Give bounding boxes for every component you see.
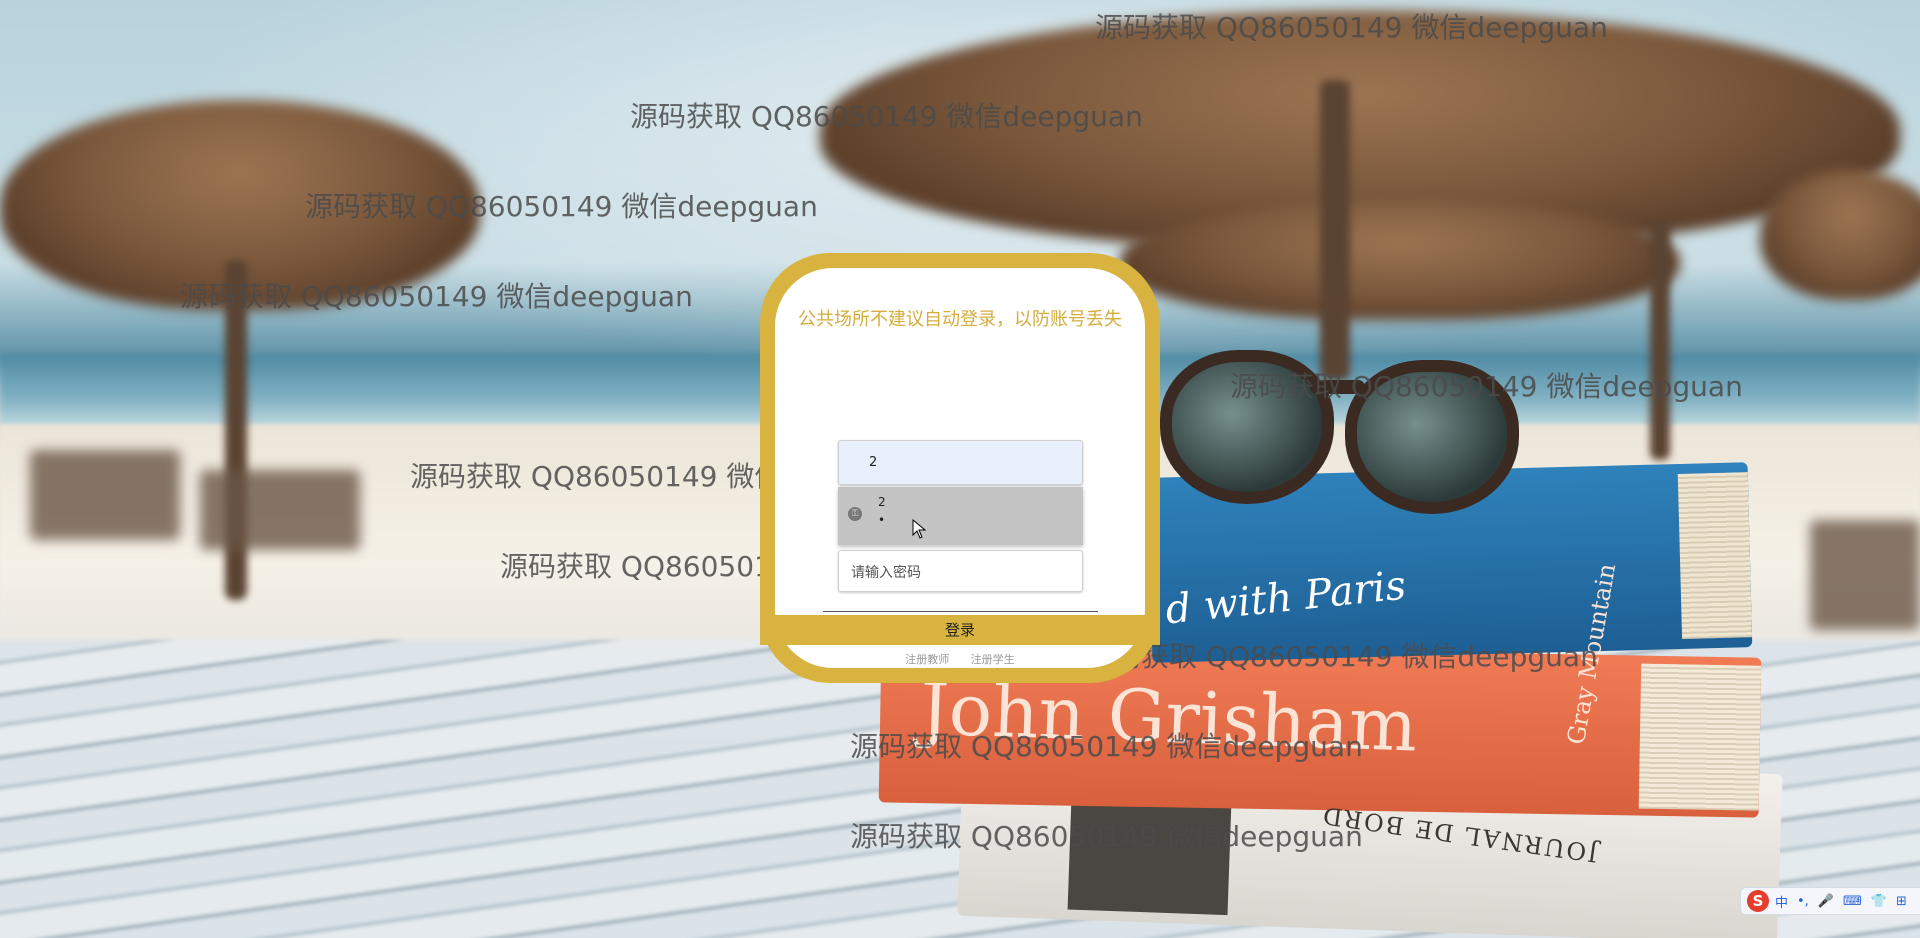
ime-toolbar: S 中 •, 🎤 ⌨ 👕 ⊞ [1740,887,1920,915]
umbrella-pole [1320,80,1350,380]
book-pages [1638,663,1762,811]
password-input[interactable]: 请输入密码 [838,550,1083,592]
mouse-pointer-icon [912,519,926,539]
microphone-icon[interactable]: 🎤 [1818,894,1834,909]
auto-login-notice: 公共场所不建议自动登录，以防账号丢失 [798,309,1122,330]
watermark: 源码获取 QQ86050149 微信deepguan [630,100,1143,133]
book-pages [1677,472,1753,639]
sogou-logo-icon[interactable]: S [1747,890,1769,912]
autofill-username: 2 [878,495,886,509]
register-links: 注册教师 注册学生 [760,651,1160,667]
punctuation-icon[interactable]: •, [1797,894,1809,909]
watermark: 源码获取 QQ86050149 微信deepguan [850,820,1363,853]
watermark: 源码获取 QQ86050149 微信deepguan [180,280,693,313]
watermark: 源码获取 QQ86050149 微信deepguan [305,190,818,223]
watermark: 源码获取 QQ86050149 微信deepguan [1230,370,1743,403]
login-card-body: 公共场所不建议自动登录，以防账号丢失 2 ⚿ 2 • 请输入密码 [775,268,1145,668]
autofill-password: • [878,513,886,527]
divider [823,611,1098,612]
watermark: 源码获取 QQ86050149 微信deepguan [1095,11,1608,44]
grid-menu-icon[interactable]: ⊞ [1896,894,1907,909]
key-icon: ⚿ [848,507,862,521]
watermark: 源码获取 QQ86050149 微信deepguan [1085,640,1598,673]
beach-chair [200,470,360,550]
autofill-suggestion[interactable]: ⚿ 2 • [838,487,1083,545]
beach-chair [30,450,180,540]
username-input[interactable]: 2 [838,440,1083,485]
umbrella-pole [1650,220,1670,460]
keyboard-icon[interactable]: ⌨ [1843,894,1862,909]
login-button[interactable]: 登录 [760,615,1160,645]
umbrella-mid [1120,200,1680,320]
register-teacher-link[interactable]: 注册教师 [905,653,949,666]
skin-icon[interactable]: 👕 [1871,894,1887,909]
umbrella-far-right [1760,170,1920,300]
login-card: 公共场所不建议自动登录，以防账号丢失 2 ⚿ 2 • 请输入密码 登录 注册教师… [760,253,1160,683]
ime-mode-toggle[interactable]: 中 [1775,892,1788,911]
beach-chair [1810,520,1920,630]
watermark: 源码获取 QQ86050149 微信deepguan [850,730,1363,763]
register-student-link[interactable]: 注册学生 [971,653,1015,666]
